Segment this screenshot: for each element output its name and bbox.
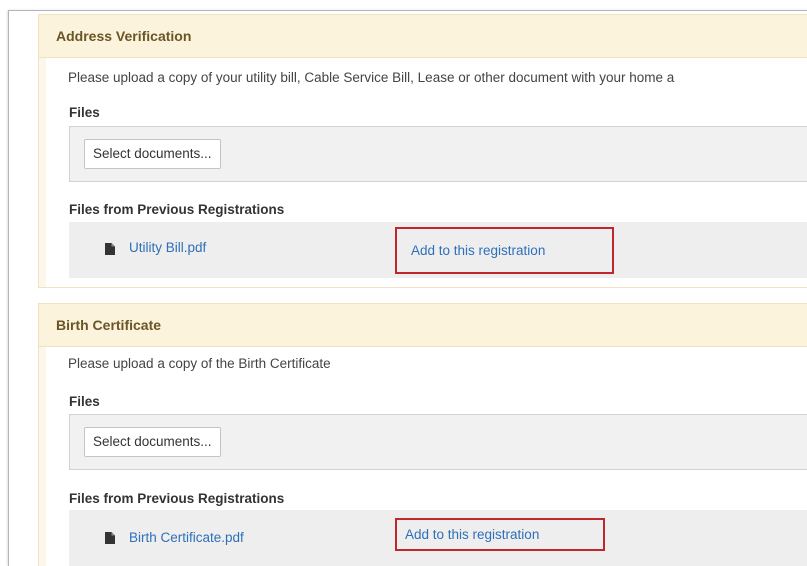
previous-file-row: Birth Certificate.pdf Add to this regist…: [69, 510, 807, 566]
files-label: Files: [69, 394, 100, 409]
section-title: Address Verification: [39, 15, 807, 58]
previous-file-row: Utility Bill.pdf Add to this registratio…: [69, 222, 807, 278]
previous-registrations-label: Files from Previous Registrations: [69, 491, 285, 506]
add-to-registration-link[interactable]: Add to this registration: [395, 518, 605, 551]
section-body: Please upload a copy of the Birth Certif…: [46, 347, 807, 566]
document-icon: [105, 532, 115, 544]
section-title: Birth Certificate: [39, 304, 807, 347]
address-verification-section: Address Verification Please upload a cop…: [38, 14, 807, 288]
file-upload-dropzone[interactable]: Select documents...: [69, 414, 807, 470]
registration-documents-panel: Address Verification Please upload a cop…: [8, 10, 807, 566]
document-icon: [105, 243, 115, 255]
previous-registrations-label: Files from Previous Registrations: [69, 202, 285, 217]
birth-certificate-section: Birth Certificate Please upload a copy o…: [38, 303, 807, 566]
file-upload-dropzone[interactable]: Select documents...: [69, 126, 807, 182]
select-documents-button[interactable]: Select documents...: [84, 139, 221, 169]
previous-file-link[interactable]: Birth Certificate.pdf: [129, 530, 244, 545]
section-description: Please upload a copy of the Birth Certif…: [68, 356, 331, 371]
section-body: Please upload a copy of your utility bil…: [46, 58, 807, 287]
previous-file-link[interactable]: Utility Bill.pdf: [129, 240, 206, 255]
add-to-registration-link[interactable]: Add to this registration: [395, 227, 614, 274]
files-label: Files: [69, 105, 100, 120]
section-description: Please upload a copy of your utility bil…: [68, 70, 675, 85]
select-documents-button[interactable]: Select documents...: [84, 427, 221, 457]
